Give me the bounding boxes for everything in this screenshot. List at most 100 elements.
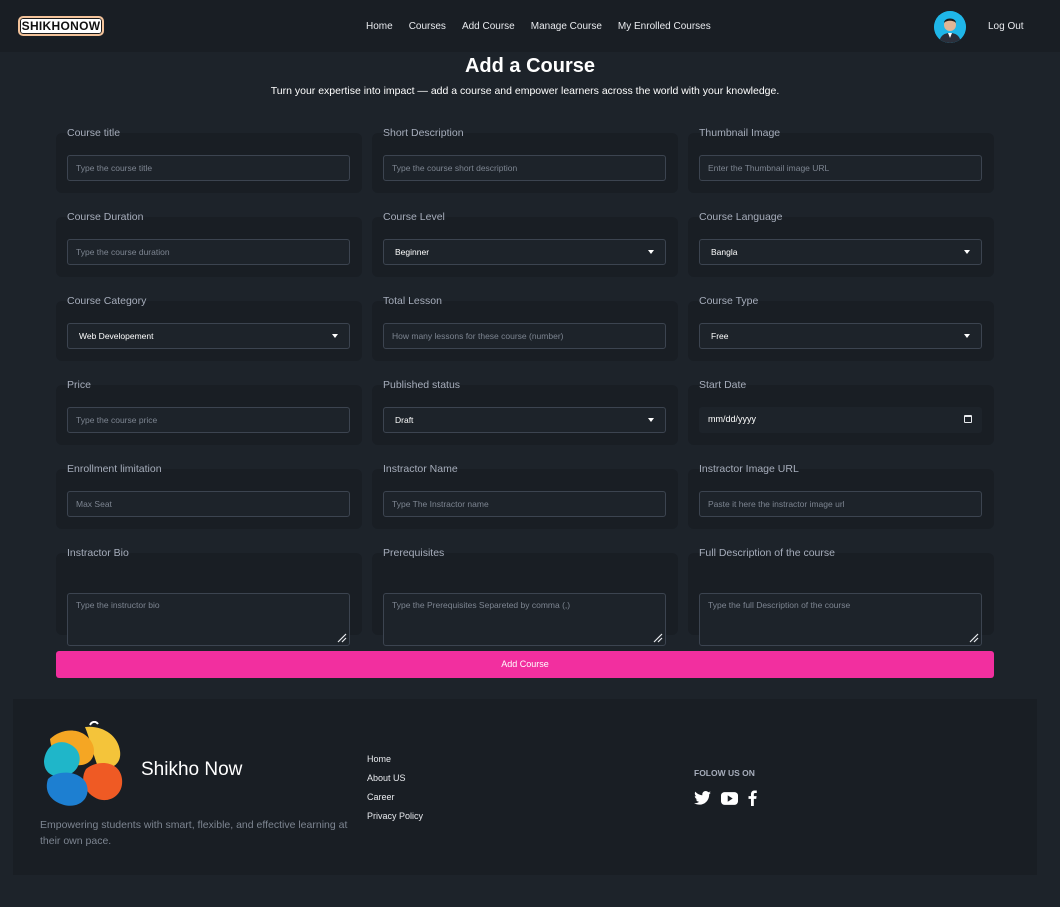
field-prerequisites: Prerequisites Type the Prerequisites Sep… (372, 544, 678, 646)
nav-link-manage-course[interactable]: Manage Course (531, 21, 602, 32)
published-status-label: Published status (383, 379, 461, 391)
course-type-select[interactable]: Free (699, 323, 982, 349)
short-description-input[interactable]: Type the course short description (383, 155, 666, 181)
course-level-value: Beginner (395, 247, 430, 257)
course-title-label: Course title (67, 127, 121, 139)
prerequisites-label: Prerequisites (383, 547, 445, 559)
field-instructor-name: Instractor Name Type The Instractor name (372, 460, 678, 544)
page-subtitle: Turn your expertise into impact — add a … (270, 85, 780, 97)
field-total-lesson: Total Lesson How many lessons for these … (372, 292, 678, 376)
calendar-icon[interactable] (964, 415, 972, 423)
enrollment-limitation-label: Enrollment limitation (67, 463, 162, 475)
chevron-down-icon (964, 334, 970, 338)
site-logo[interactable]: SHIKHONOW (18, 16, 104, 36)
twitter-icon[interactable] (694, 791, 711, 810)
page-title: Add a Course (464, 55, 596, 77)
full-description-label: Full Description of the course (699, 547, 835, 559)
footer-link-privacy-policy[interactable]: Privacy Policy (367, 810, 423, 822)
chevron-down-icon (648, 250, 654, 254)
field-instructor-bio: Instractor Bio Type the instructor bio (56, 544, 362, 646)
field-course-title: Course title Type the course title (56, 124, 362, 208)
logout-button[interactable]: Log Out (988, 21, 1024, 32)
footer-link-home[interactable]: Home (367, 753, 423, 765)
footer-brand-description: Empowering students with smart, flexible… (40, 819, 348, 847)
footer-brand-name: Shikho Now (141, 759, 243, 780)
field-published-status: Published status Draft (372, 376, 678, 460)
published-status-value: Draft (395, 415, 414, 425)
field-instructor-image-url: Instractor Image URL Paste it here the i… (688, 460, 994, 544)
course-duration-input[interactable]: Type the course duration (67, 239, 350, 265)
course-language-select[interactable]: Bangla (699, 239, 982, 265)
navbar: SHIKHONOW Home Courses Add Course Manage… (0, 0, 1060, 52)
chevron-down-icon (648, 418, 654, 422)
instructor-name-input[interactable]: Type The Instractor name (383, 491, 666, 517)
start-date-input[interactable]: mm/dd/yyyy (699, 407, 982, 433)
course-category-select[interactable]: Web Developement (67, 323, 350, 349)
field-course-category: Course Category Web Developement (56, 292, 362, 376)
instructor-image-url-input[interactable]: Paste it here the instractor image url (699, 491, 982, 517)
instructor-bio-placeholder: Type the instructor bio (76, 600, 160, 610)
short-description-label: Short Description (383, 127, 464, 139)
footer-links: Home About US Career Privacy Policy (367, 753, 423, 822)
start-date-label: Start Date (699, 379, 747, 391)
total-lesson-label: Total Lesson (383, 295, 442, 307)
field-start-date: Start Date mm/dd/yyyy (688, 376, 994, 460)
add-course-button[interactable]: Add Course (56, 651, 994, 678)
nav-link-courses[interactable]: Courses (409, 21, 446, 32)
enrollment-limitation-input[interactable]: Max Seat (67, 491, 350, 517)
footer-link-about-us[interactable]: About US (367, 772, 423, 784)
instructor-name-label: Instractor Name (383, 463, 458, 475)
field-short-description: Short Description Type the course short … (372, 124, 678, 208)
instructor-bio-label: Instractor Bio (67, 547, 129, 559)
field-course-duration: Course Duration Type the course duration (56, 208, 362, 292)
thumbnail-image-label: Thumbnail Image (699, 127, 781, 139)
resize-handle-icon[interactable] (653, 633, 663, 643)
youtube-icon[interactable] (721, 791, 738, 810)
prerequisites-placeholder: Type the Prerequisites Separeted by comm… (392, 600, 571, 610)
course-language-label: Course Language (699, 211, 783, 223)
course-title-input[interactable]: Type the course title (67, 155, 350, 181)
price-input[interactable]: Type the course price (67, 407, 350, 433)
resize-handle-icon[interactable] (969, 633, 979, 643)
full-description-placeholder: Type the full Description of the course (708, 600, 851, 610)
start-date-value: mm/dd/yyyy (708, 414, 757, 424)
chevron-down-icon (964, 250, 970, 254)
resize-handle-icon[interactable] (337, 633, 347, 643)
course-duration-label: Course Duration (67, 211, 144, 223)
footer-link-career[interactable]: Career (367, 791, 423, 803)
course-category-label: Course Category (67, 295, 147, 307)
nav-link-add-course[interactable]: Add Course (462, 21, 515, 32)
field-course-level: Course Level Beginner (372, 208, 678, 292)
nav-links: Home Courses Add Course Manage Course My… (366, 21, 711, 32)
user-avatar[interactable] (934, 11, 966, 43)
nav-link-my-enrolled-courses[interactable]: My Enrolled Courses (618, 21, 711, 32)
prerequisites-textarea[interactable]: Type the Prerequisites Separeted by comm… (383, 593, 666, 646)
field-course-language: Course Language Bangla (688, 208, 994, 292)
shikho-now-logo-icon (44, 721, 123, 806)
total-lesson-input[interactable]: How many lessons for these course (numbe… (383, 323, 666, 349)
nav-link-home[interactable]: Home (366, 21, 393, 32)
facebook-icon[interactable] (748, 790, 757, 811)
course-level-label: Course Level (383, 211, 445, 223)
field-price: Price Type the course price (56, 376, 362, 460)
social-links (694, 790, 757, 811)
chevron-down-icon (332, 334, 338, 338)
course-type-value: Free (711, 331, 729, 341)
follow-us-label: FOLOW US ON (694, 768, 755, 778)
add-course-form: Course title Type the course title Short… (56, 124, 994, 646)
field-thumbnail-image: Thumbnail Image Enter the Thumbnail imag… (688, 124, 994, 208)
field-full-description: Full Description of the course Type the … (688, 544, 994, 646)
price-label: Price (67, 379, 91, 391)
footer: Shikho Now Empowering students with smar… (13, 699, 1037, 875)
instructor-bio-textarea[interactable]: Type the instructor bio (67, 593, 350, 646)
field-course-type: Course Type Free (688, 292, 994, 376)
field-enrollment-limitation: Enrollment limitation Max Seat (56, 460, 362, 544)
course-category-value: Web Developement (79, 331, 154, 341)
course-type-label: Course Type (699, 295, 759, 307)
instructor-image-url-label: Instractor Image URL (699, 463, 799, 475)
course-language-value: Bangla (711, 247, 738, 257)
course-level-select[interactable]: Beginner (383, 239, 666, 265)
full-description-textarea[interactable]: Type the full Description of the course (699, 593, 982, 646)
thumbnail-image-input[interactable]: Enter the Thumbnail image URL (699, 155, 982, 181)
published-status-select[interactable]: Draft (383, 407, 666, 433)
